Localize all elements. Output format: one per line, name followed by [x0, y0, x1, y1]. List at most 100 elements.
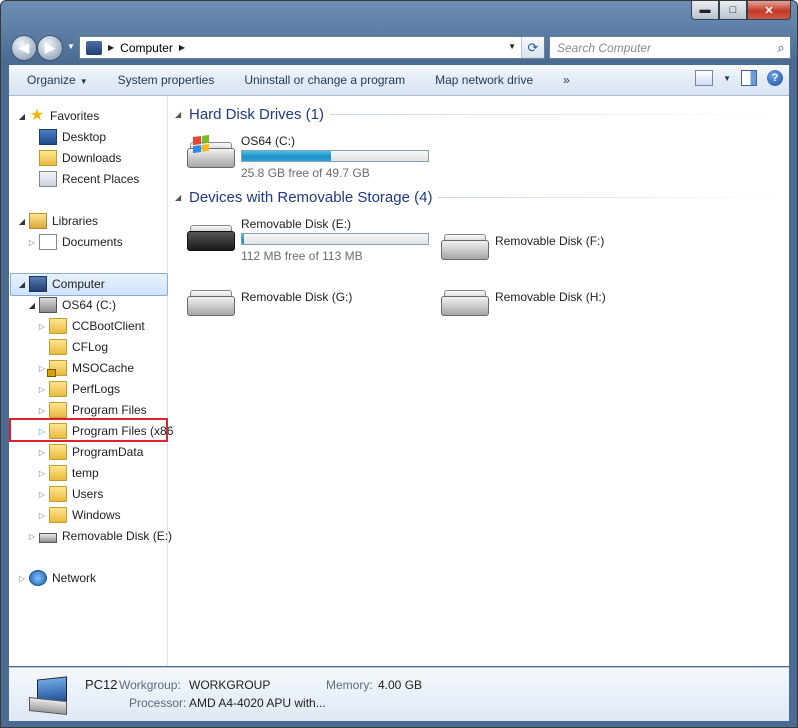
tree-item-desktop[interactable]: Desktop [27, 127, 106, 147]
minimize-button[interactable]: ▬ [691, 1, 719, 20]
tree-label: MSOCache [72, 361, 135, 375]
preview-pane-icon[interactable] [741, 70, 757, 86]
tree-item-folder[interactable]: ▷ Users [37, 484, 103, 504]
drive-tile-e[interactable]: Removable Disk (E:) 112 MB free of 113 M… [187, 217, 437, 265]
expand-toggle-icon[interactable]: ▷ [37, 364, 47, 373]
close-button[interactable]: ✕ [747, 1, 791, 20]
removable-disk-icon [441, 234, 489, 260]
expand-toggle-icon[interactable]: ▷ [37, 469, 47, 478]
drive-tile-c[interactable]: OS64 (C:) 25.8 GB free of 49.7 GB [187, 134, 437, 182]
group-title: Devices with Removable Storage (4) [189, 189, 433, 206]
search-box[interactable]: Search Computer ⌕ [549, 36, 791, 59]
expand-toggle-icon[interactable]: ◢ [27, 301, 37, 310]
back-button[interactable]: ◀ [11, 35, 37, 61]
drive-tile-h[interactable]: Removable Disk (H:) [441, 282, 691, 330]
folder-icon [49, 507, 67, 523]
expand-toggle-icon[interactable]: ◢ [17, 217, 27, 226]
tree-item-folder[interactable]: CFLog [37, 337, 108, 357]
expand-toggle-icon[interactable]: ▷ [37, 490, 47, 499]
expand-toggle-icon[interactable]: ▷ [17, 574, 27, 583]
expand-toggle-icon[interactable]: ▷ [27, 532, 37, 541]
navigation-pane[interactable]: ◢ ★ Favorites Desktop Downloads Recent P… [9, 96, 173, 666]
breadcrumb-chevron-icon[interactable]: ▶ [108, 43, 114, 52]
command-bar-right: ▼ ? [695, 70, 783, 86]
network-icon [29, 570, 47, 586]
tree-label: Program Files [72, 403, 147, 417]
tree-item-removable-e[interactable]: ▷ Removable Disk (E:) [27, 526, 172, 546]
recent-places-icon [39, 171, 57, 187]
tree-item-folder[interactable]: ▷ Program Files [37, 400, 147, 420]
tree-item-folder[interactable]: ▷ ProgramData [37, 442, 143, 462]
tree-item-downloads[interactable]: Downloads [27, 148, 121, 168]
drive-name: Removable Disk (E:) [241, 217, 352, 231]
tree-label: Libraries [52, 214, 99, 228]
tree-label: ProgramData [72, 445, 144, 459]
drive-usage-bar [241, 150, 429, 162]
tree-label: CFLog [72, 340, 109, 354]
collapse-group-icon[interactable]: ◢ [175, 110, 189, 119]
change-view-icon[interactable] [695, 70, 714, 86]
expand-toggle-icon[interactable]: ◢ [17, 112, 27, 121]
documents-icon [39, 234, 57, 250]
recent-pages-dropdown[interactable]: ▼ [67, 42, 75, 51]
memory-label: Memory: [326, 678, 373, 692]
expand-toggle-icon[interactable]: ▷ [37, 385, 47, 394]
breadcrumb-chevron-icon[interactable]: ▶ [179, 43, 185, 52]
map-network-drive-button[interactable]: Map network drive [435, 73, 533, 87]
view-options-dropdown[interactable]: ▼ [723, 74, 731, 83]
folder-icon [49, 339, 67, 355]
windows-logo-icon [193, 134, 209, 154]
uninstall-program-button[interactable]: Uninstall or change a program [244, 73, 405, 87]
workgroup-label: Workgroup: [119, 678, 181, 692]
group-divider [438, 197, 785, 198]
main-pane: ◢ Hard Disk Drives (1) OS64 (C:) 25.8 GB… [169, 96, 789, 666]
forward-button[interactable]: ▶ [37, 35, 63, 61]
tree-item-libraries[interactable]: ◢ Libraries [17, 211, 98, 231]
address-bar[interactable]: ▶ Computer ▶ ▼ ⟳ [79, 36, 545, 59]
tree-item-os64[interactable]: ◢ OS64 (C:) [27, 295, 116, 315]
tree-label: temp [72, 466, 99, 480]
drive-tile-f[interactable]: Removable Disk (F:) [441, 226, 691, 274]
tree-item-folder[interactable]: ▷ PerfLogs [37, 379, 120, 399]
content-area: ◢ ★ Favorites Desktop Downloads Recent P… [9, 96, 789, 666]
refresh-button[interactable]: ⟳ [521, 37, 544, 58]
group-header-hard-disk[interactable]: ◢ Hard Disk Drives (1) [175, 106, 785, 123]
expand-toggle-icon[interactable]: ▷ [37, 448, 47, 457]
maximize-button[interactable]: □ [719, 1, 747, 20]
search-icon[interactable]: ⌕ [772, 40, 790, 56]
address-dropdown-icon[interactable]: ▼ [508, 42, 516, 51]
tree-item-computer[interactable]: ◢ Computer [17, 274, 105, 294]
organize-button[interactable]: Organize ▼ [27, 73, 88, 87]
expand-toggle-icon[interactable]: ▷ [27, 238, 37, 247]
search-input[interactable]: Search Computer [557, 41, 772, 55]
drive-usage-fill [242, 151, 332, 161]
folder-icon [49, 465, 67, 481]
group-header-removable[interactable]: ◢ Devices with Removable Storage (4) [175, 189, 785, 206]
drive-tile-g[interactable]: Removable Disk (G:) [187, 282, 437, 330]
tree-item-recent-places[interactable]: Recent Places [27, 169, 139, 189]
tree-label: PerfLogs [72, 382, 121, 396]
tree-label: Computer [52, 277, 105, 291]
tree-item-folder[interactable]: ▷ Windows [37, 505, 121, 525]
desktop-icon [39, 129, 57, 145]
tree-item-folder[interactable]: ▷ CCBootClient [37, 316, 145, 336]
tree-item-folder[interactable]: ▷ temp [37, 463, 99, 483]
expand-toggle-icon[interactable]: ▷ [37, 406, 47, 415]
more-commands-button[interactable]: » [563, 73, 570, 87]
expand-toggle-icon[interactable]: ◢ [17, 280, 27, 289]
tree-item-documents[interactable]: ▷ Documents [27, 232, 123, 252]
expand-toggle-icon[interactable]: ▷ [37, 322, 47, 331]
hard-drive-icon [187, 134, 235, 168]
tree-item-network[interactable]: ▷ Network [17, 568, 96, 588]
system-properties-button[interactable]: System properties [118, 73, 215, 87]
collapse-group-icon[interactable]: ◢ [175, 193, 189, 202]
breadcrumb-computer[interactable]: Computer [120, 41, 173, 55]
tree-item-favorites[interactable]: ◢ ★ Favorites [17, 106, 99, 126]
expand-toggle-icon[interactable]: ▷ [37, 511, 47, 520]
group-title: Hard Disk Drives (1) [189, 106, 325, 123]
tree-item-folder[interactable]: ▷ MSOCache [37, 358, 134, 378]
star-icon: ★ [29, 107, 45, 124]
help-icon[interactable]: ? [767, 70, 783, 86]
removable-disk-icon [441, 290, 489, 316]
command-bar: Organize ▼ System properties Uninstall or… [9, 65, 789, 96]
